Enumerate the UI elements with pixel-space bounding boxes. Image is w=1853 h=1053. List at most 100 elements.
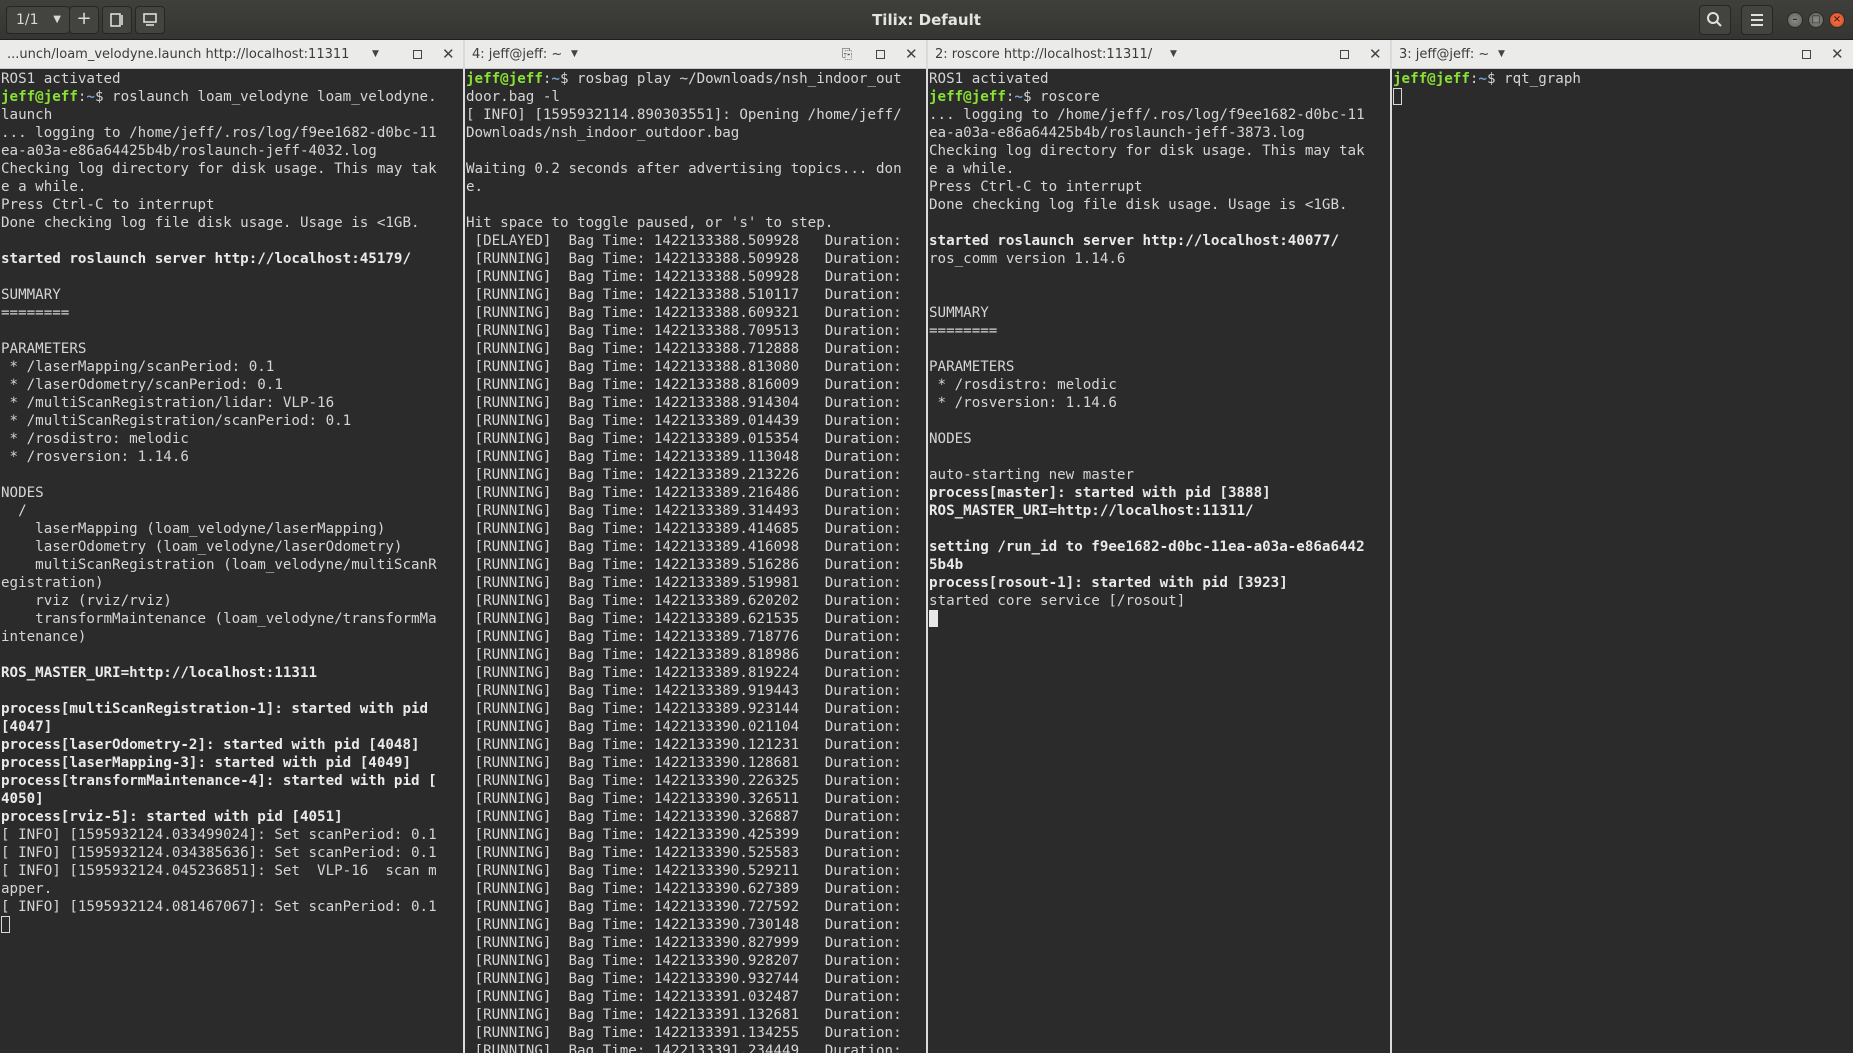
pane-header[interactable]: 2: roscore http://localhost:11311/ ▼ ✕ xyxy=(928,40,1390,69)
terminal-text: * /multiScanRegistration/scanPeriod: 0.1 xyxy=(1,413,352,429)
menu-button[interactable] xyxy=(1741,5,1773,35)
terminal-line: process[rviz-5]: started with pid [4051] xyxy=(1,808,463,826)
terminal-line: [RUNNING] Bag Time: 1422133389.416098 Du… xyxy=(466,538,926,556)
pane-title[interactable]: ...unch/loam_velodyne.launch http://loca… xyxy=(7,40,349,68)
terminal-text: PARAMETERS xyxy=(1,341,87,357)
terminal-output[interactable]: ROS1 activated jeff@jeff:~$ roslaunch loa… xyxy=(0,70,463,1053)
terminal-pane-4[interactable]: 3: jeff@jeff: ~ ▼ ✕ jeff@jeff:~$ rqt_gra… xyxy=(1392,40,1853,1053)
terminal-text: ~ xyxy=(1014,89,1023,105)
close-pane-icon[interactable]: ✕ xyxy=(1831,40,1844,68)
close-pane-icon[interactable]: ✕ xyxy=(905,40,918,68)
terminal-text: laserMapping (loam_velodyne/laserMapping… xyxy=(1,521,386,537)
terminal-line: [RUNNING] Bag Time: 1422133389.015354 Du… xyxy=(466,430,926,448)
terminal-text: [RUNNING] Bag Time: 1422133391.234449 Du… xyxy=(466,1043,902,1053)
terminal-line: auto-starting new master xyxy=(929,466,1390,484)
terminal-line: [RUNNING] Bag Time: 1422133389.213226 Du… xyxy=(466,466,926,484)
terminal-line: e. xyxy=(466,178,926,196)
terminal-text: $ roscore xyxy=(1022,89,1100,105)
terminal-line: 5b4b xyxy=(929,556,1390,574)
pane-title[interactable]: 2: roscore http://localhost:11311/ xyxy=(935,40,1152,68)
terminal-output[interactable]: jeff@jeff:~$ rosbag play ~/Downloads/nsh… xyxy=(465,70,926,1053)
terminal-text: [RUNNING] Bag Time: 1422133390.932744 Du… xyxy=(466,971,902,987)
terminal-text: [DELAYED] Bag Time: 1422133388.509928 Du… xyxy=(466,233,902,249)
terminal-text: $ roslaunch loam_velodyne loam_velodyne. xyxy=(94,89,437,105)
chevron-down-icon[interactable]: ▼ xyxy=(1498,40,1505,68)
terminal-line: setting /run_id to f9ee1682-d0bc-11ea-a0… xyxy=(929,538,1390,556)
pane-header[interactable]: ...unch/loam_velodyne.launch http://loca… xyxy=(0,40,463,69)
find-button[interactable] xyxy=(1699,5,1731,35)
terminal-line: Checking log directory for disk usage. T… xyxy=(929,142,1390,160)
terminal-text: [RUNNING] Bag Time: 1422133389.818986 Du… xyxy=(466,647,902,663)
terminal-line: [RUNNING] Bag Time: 1422133388.509928 Du… xyxy=(466,250,926,268)
close-pane-icon[interactable]: ✕ xyxy=(1369,40,1382,68)
terminal-line xyxy=(929,610,1390,628)
terminal-text: [RUNNING] Bag Time: 1422133389.519981 Du… xyxy=(466,575,902,591)
maximize-pane-icon[interactable] xyxy=(1802,50,1811,59)
window-title: Tilix: Default xyxy=(872,11,981,29)
terminal-line: e a while. xyxy=(1,178,463,196)
pane-header[interactable]: 4: jeff@jeff: ~ ▼ ⎘ ✕ xyxy=(465,40,926,69)
terminal-text: rviz (rviz/rviz) xyxy=(1,593,172,609)
chevron-down-icon[interactable]: ▼ xyxy=(372,40,379,68)
terminal-text: [RUNNING] Bag Time: 1422133390.727592 Du… xyxy=(466,899,902,915)
terminal-line: jeff@jeff:~$ rosbag play ~/Downloads/nsh… xyxy=(466,70,926,88)
terminal-text: ROS_MASTER_URI=http://localhost:11311/ xyxy=(929,503,1254,519)
terminal-line: * /laserOdometry/scanPeriod: 0.1 xyxy=(1,376,463,394)
terminal-line: e a while. xyxy=(929,160,1390,178)
terminal-output[interactable]: ROS1 activated jeff@jeff:~$ roscore... lo… xyxy=(928,70,1390,1053)
minimize-icon: – xyxy=(1792,14,1798,25)
terminal-text: [RUNNING] Bag Time: 1422133389.919443 Du… xyxy=(466,683,902,699)
terminal-text: ROS1 activated xyxy=(929,71,1049,87)
terminal-line: intenance) xyxy=(1,628,463,646)
terminal-output[interactable]: jeff@jeff:~$ rqt_graph xyxy=(1392,70,1853,1053)
maximize-button[interactable]: □ xyxy=(1808,12,1824,28)
pane-title[interactable]: 3: jeff@jeff: ~ xyxy=(1399,40,1489,68)
terminal-pane-2[interactable]: 4: jeff@jeff: ~ ▼ ⎘ ✕ jeff@jeff:~$ rosba… xyxy=(465,40,926,1053)
terminal-line: Waiting 0.2 seconds after advertising to… xyxy=(466,160,926,178)
terminal-text: * /laserOdometry/scanPeriod: 0.1 xyxy=(1,377,283,393)
terminal-line: [RUNNING] Bag Time: 1422133390.525583 Du… xyxy=(466,844,926,862)
maximize-pane-icon[interactable] xyxy=(1340,50,1349,59)
terminal-text: ~ xyxy=(551,71,560,87)
terminal-text: [RUNNING] Bag Time: 1422133390.529211 Du… xyxy=(466,863,902,879)
terminal-text: auto-starting new master xyxy=(929,467,1134,483)
terminal-line: ROS_MASTER_URI=http://localhost:11311 xyxy=(1,664,463,682)
terminal-text: [ INFO] [1595932114.890303551]: Opening … xyxy=(466,107,902,123)
terminal-line: [RUNNING] Bag Time: 1422133390.827999 Du… xyxy=(466,934,926,952)
pane-header[interactable]: 3: jeff@jeff: ~ ▼ ✕ xyxy=(1392,40,1853,69)
terminal-line: process[laserOdometry-2]: started with p… xyxy=(1,736,463,754)
terminal-pane-3[interactable]: 2: roscore http://localhost:11311/ ▼ ✕ R… xyxy=(928,40,1390,1053)
terminal-line: [RUNNING] Bag Time: 1422133390.128681 Du… xyxy=(466,754,926,772)
terminal-pane-1[interactable]: ...unch/loam_velodyne.launch http://loca… xyxy=(0,40,463,1053)
chevron-down-icon[interactable]: ▼ xyxy=(1170,40,1177,68)
maximize-pane-icon[interactable] xyxy=(876,50,885,59)
maximize-pane-icon[interactable] xyxy=(413,50,422,59)
terminal-line: [RUNNING] Bag Time: 1422133390.928207 Du… xyxy=(466,952,926,970)
terminal-text: [ INFO] [1595932124.034385636]: Set scan… xyxy=(1,845,437,861)
terminal-text: [ INFO] [1595932124.081467067]: Set scan… xyxy=(1,899,437,915)
terminal-line: NODES xyxy=(1,484,463,502)
terminal-text: ~ xyxy=(86,89,95,105)
pane-title[interactable]: 4: jeff@jeff: ~ xyxy=(472,40,562,68)
close-pane-icon[interactable]: ✕ xyxy=(442,40,455,68)
terminal-text: Done checking log file disk usage. Usage… xyxy=(1,215,420,231)
terminal-text: * /rosdistro: melodic xyxy=(929,377,1117,393)
chevron-down-icon[interactable]: ▼ xyxy=(571,40,578,68)
terminal-text: [RUNNING] Bag Time: 1422133390.326511 Du… xyxy=(466,791,902,807)
close-window-button[interactable]: × xyxy=(1829,12,1845,28)
terminal-line: [RUNNING] Bag Time: 1422133388.816009 Du… xyxy=(466,376,926,394)
terminal-text: [RUNNING] Bag Time: 1422133388.510117 Du… xyxy=(466,287,902,303)
terminal-line: * /rosdistro: melodic xyxy=(1,430,463,448)
terminal-text: [RUNNING] Bag Time: 1422133390.128681 Du… xyxy=(466,755,902,771)
terminal-text: [RUNNING] Bag Time: 1422133389.516286 Du… xyxy=(466,557,902,573)
sync-input-icon[interactable]: ⎘ xyxy=(842,40,852,68)
minimize-button[interactable]: – xyxy=(1787,12,1803,28)
terminal-line: process[multiScanRegistration-1]: starte… xyxy=(1,700,463,718)
terminal-line: [RUNNING] Bag Time: 1422133391.132681 Du… xyxy=(466,1006,926,1024)
